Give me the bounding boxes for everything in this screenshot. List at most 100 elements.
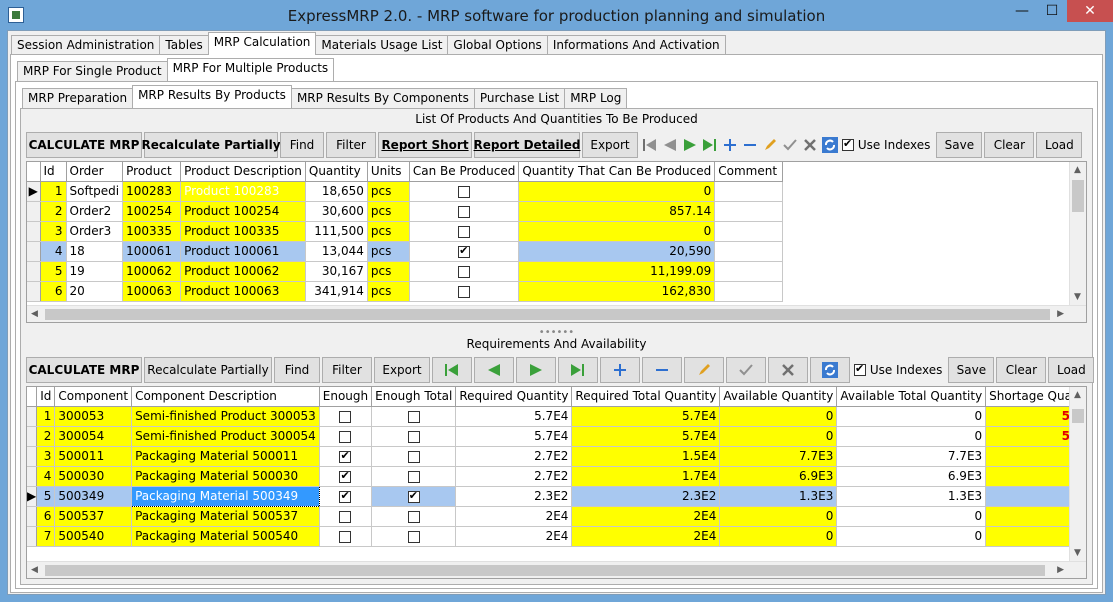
calculate-mrp-button-2[interactable]: CALCULATE MRP xyxy=(26,357,142,383)
col-comment[interactable]: Comment xyxy=(714,162,784,182)
cell-component-description[interactable]: Packaging Material 500030 xyxy=(131,466,320,487)
enough-total-checkbox[interactable] xyxy=(407,430,420,443)
post-edit-icon[interactable] xyxy=(780,132,800,158)
cell-can-be-produced[interactable] xyxy=(409,221,520,242)
cell-required-total-quantity[interactable]: 2E4 xyxy=(571,526,721,547)
last-record-icon-2[interactable] xyxy=(558,357,598,383)
enough-checkbox[interactable] xyxy=(339,410,352,423)
col-required-quantity[interactable]: Required Quantity xyxy=(455,387,573,407)
enough-total-checkbox[interactable] xyxy=(407,489,420,503)
cell-required-total-quantity[interactable]: 1.5E4 xyxy=(571,446,721,467)
report-detailed-button[interactable]: Report Detailed xyxy=(474,132,580,158)
cell-units[interactable]: pcs xyxy=(367,221,410,242)
enough-checkbox[interactable] xyxy=(339,449,352,463)
delete-record-icon-2[interactable] xyxy=(642,357,682,383)
prior-record-icon-2[interactable] xyxy=(474,357,514,383)
cell-quantity-can-be-produced[interactable]: 11,199.09 xyxy=(518,261,716,282)
table-row[interactable]: 4500030Packaging Material 500030 2.7E21.7… xyxy=(27,466,1086,487)
table-row[interactable]: 418100061Product 10006113,044pcs 20,590 xyxy=(27,241,784,262)
cell-id[interactable]: 1 xyxy=(40,181,67,202)
cell-enough-total[interactable] xyxy=(371,426,457,447)
enough-total-checkbox[interactable] xyxy=(407,470,420,483)
tab-session-administration[interactable]: Session Administration xyxy=(11,35,161,55)
col-enough[interactable]: Enough xyxy=(319,387,373,407)
cell-required-quantity[interactable]: 2.3E2 xyxy=(455,486,573,507)
clear-button[interactable]: Clear xyxy=(984,132,1035,158)
cell-product[interactable]: 100061 xyxy=(122,241,182,262)
cell-available-total-quantity[interactable]: 7.7E3 xyxy=(836,446,987,467)
cell-comment[interactable] xyxy=(714,241,784,262)
tab-global-options[interactable]: Global Options xyxy=(447,35,548,55)
cell-available-quantity[interactable]: 0 xyxy=(719,506,838,527)
cell-enough-total[interactable] xyxy=(371,486,457,507)
minimize-button[interactable]: — xyxy=(1007,0,1037,22)
load-button[interactable]: Load xyxy=(1036,132,1083,158)
cell-component[interactable]: 500540 xyxy=(54,526,133,547)
cell-available-total-quantity[interactable]: 1.3E3 xyxy=(836,486,987,507)
cell-quantity-can-be-produced[interactable]: 0 xyxy=(518,181,716,202)
cell-enough-total[interactable] xyxy=(371,446,457,467)
table-row[interactable]: 2 300054 Semi-finished Product 300054 5.7E4… xyxy=(27,426,1086,447)
cell-can-be-produced[interactable] xyxy=(409,181,520,202)
cell-component-description[interactable]: Packaging Material 500011 xyxy=(131,446,320,467)
cell-available-total-quantity[interactable]: 0 xyxy=(836,426,987,447)
edit-record-icon-2[interactable] xyxy=(684,357,724,383)
cell-product[interactable]: 100062 xyxy=(122,261,182,282)
cell-id[interactable]: 5 xyxy=(40,261,67,282)
col-quantity-can-be-produced[interactable]: Quantity That Can Be Produced xyxy=(518,162,716,182)
cell-enough[interactable] xyxy=(319,526,373,547)
col-product-description[interactable]: Product Description xyxy=(180,162,306,182)
cell-can-be-produced[interactable] xyxy=(409,241,520,262)
cell-component-description[interactable]: Semi-finished Product 300053 xyxy=(131,406,320,427)
col-can-be-produced[interactable]: Can Be Produced xyxy=(409,162,520,182)
scroll-up-icon-2[interactable]: ▲ xyxy=(1074,390,1081,400)
insert-record-icon-2[interactable] xyxy=(600,357,640,383)
cell-enough[interactable] xyxy=(319,426,373,447)
tab-mrp-log[interactable]: MRP Log xyxy=(564,88,628,108)
first-record-icon-2[interactable] xyxy=(432,357,472,383)
cell-id[interactable]: 1 xyxy=(36,406,56,427)
cell-id[interactable]: 2 xyxy=(36,426,56,447)
enough-checkbox[interactable] xyxy=(339,530,352,543)
cell-quantity[interactable]: 341,914 xyxy=(305,281,368,302)
cell-id[interactable]: 4 xyxy=(36,466,56,487)
tab-mrp-calculation[interactable]: MRP Calculation xyxy=(207,32,317,55)
find-button[interactable]: Find xyxy=(280,132,324,158)
cancel-edit-icon[interactable] xyxy=(800,132,820,158)
cell-available-total-quantity[interactable]: 0 xyxy=(836,506,987,527)
cell-id[interactable]: 2 xyxy=(40,201,67,222)
scroll-down-icon-2[interactable]: ▼ xyxy=(1074,548,1081,558)
col-quantity[interactable]: Quantity xyxy=(305,162,368,182)
cell-order[interactable]: 20 xyxy=(66,281,124,302)
cell-quantity[interactable]: 30,600 xyxy=(305,201,368,222)
tab-mrp-preparation[interactable]: MRP Preparation xyxy=(22,88,134,108)
can-be-produced-checkbox[interactable] xyxy=(458,205,471,218)
cell-comment[interactable] xyxy=(714,281,784,302)
cell-product-description[interactable]: Product 100283 xyxy=(180,181,306,202)
next-record-icon[interactable] xyxy=(680,132,700,158)
edit-record-icon[interactable] xyxy=(760,132,780,158)
col-available-total-quantity[interactable]: Available Total Quantity xyxy=(836,387,987,407)
cell-enough-total[interactable] xyxy=(371,526,457,547)
cell-available-quantity[interactable]: 1.3E3 xyxy=(719,486,838,507)
calculate-mrp-button[interactable]: CALCULATE MRP xyxy=(26,132,142,158)
cell-id[interactable]: 3 xyxy=(40,221,67,242)
prior-record-icon[interactable] xyxy=(660,132,680,158)
cell-available-total-quantity[interactable]: 0 xyxy=(836,406,987,427)
cell-component-description[interactable]: Packaging Material 500537 xyxy=(131,506,320,527)
cell-available-total-quantity[interactable]: 6.9E3 xyxy=(836,466,987,487)
table-row[interactable]: 5 19 100062 Product 100062 30,167 pcs 11,199.0… xyxy=(27,261,784,282)
refresh-icon-2[interactable] xyxy=(810,357,850,383)
tab-mrp-single-product[interactable]: MRP For Single Product xyxy=(17,61,168,81)
recalculate-partially-button-2[interactable]: Recalculate Partially xyxy=(144,357,272,383)
cell-units[interactable]: pcs xyxy=(367,241,410,262)
can-be-produced-checkbox[interactable] xyxy=(458,225,471,238)
cell-can-be-produced[interactable] xyxy=(409,261,520,282)
cell-required-total-quantity[interactable]: 1.7E4 xyxy=(571,466,721,487)
cell-enough[interactable] xyxy=(319,506,373,527)
cell-component-description[interactable]: Packaging Material 500349 xyxy=(131,485,320,507)
use-indexes-checkbox-2[interactable]: Use Indexes xyxy=(854,362,942,377)
cell-units[interactable]: pcs xyxy=(367,181,410,202)
last-record-icon[interactable] xyxy=(700,132,720,158)
table-row[interactable]: ▶ 1 Softpedi 100283 Product 100283 18,650 pcs 0 xyxy=(27,181,784,202)
